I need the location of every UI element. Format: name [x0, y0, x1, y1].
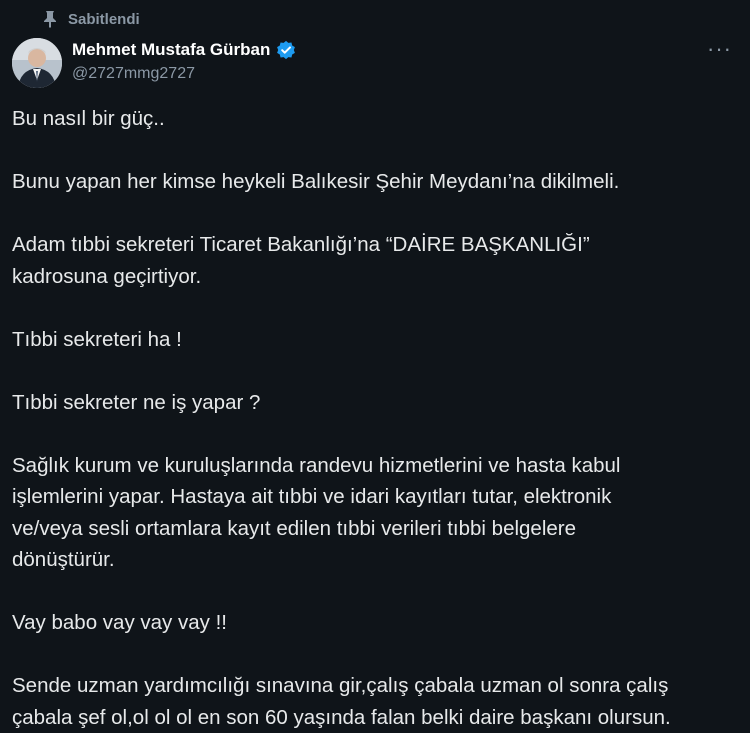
verified-badge-icon — [277, 40, 296, 60]
pinned-label: Sabitlendi — [68, 10, 140, 28]
pinned-indicator: Sabitlendi — [42, 10, 140, 28]
author-name-row: Mehmet Mustafa Gürban — [72, 40, 296, 60]
author-name[interactable]: Mehmet Mustafa Gürban — [72, 40, 270, 60]
author-handle[interactable]: @2727mmg2727 — [72, 65, 195, 83]
tweet-paragraph: Adam tıbbi sekreteri Ticaret Bakanlığı’n… — [12, 233, 590, 288]
tweet-paragraph: Tıbbi sekreter ne iş yapar ? — [12, 390, 261, 414]
more-options-icon[interactable]: ··· — [707, 38, 732, 60]
tweet-paragraph: Bu nasıl bir güç.. — [12, 107, 165, 130]
pin-icon — [44, 11, 56, 28]
tweet-paragraph: Sağlık kurum ve kuruluşlarında randevu h… — [12, 453, 621, 572]
tweet-paragraph: Vay babo vay vay vay !! — [12, 611, 227, 634]
tweet-header: Mehmet Mustafa Gürban @2727mmg2727 ··· — [12, 38, 738, 92]
tweet-text: Bu nasıl bir güç.. Bunu yapan her kimse … — [12, 103, 738, 733]
tweet-paragraph: Tıbbi sekreteri ha ! — [12, 327, 182, 351]
avatar-image — [12, 38, 62, 88]
avatar[interactable] — [12, 38, 62, 88]
tweet-paragraph: Bunu yapan her kimse heykeli Balıkesir Ş… — [12, 170, 620, 193]
